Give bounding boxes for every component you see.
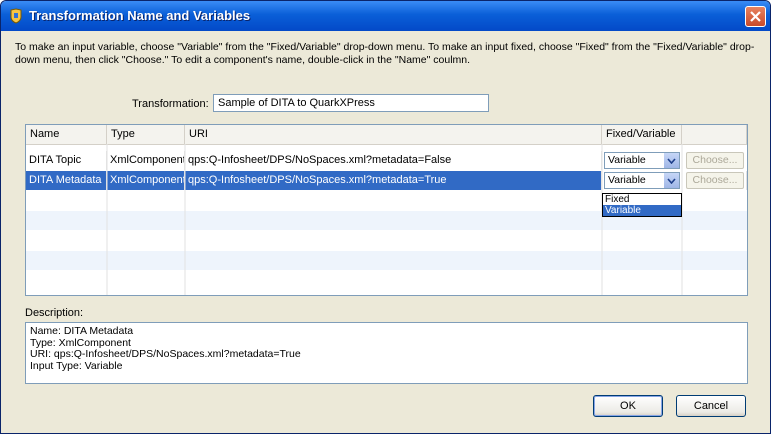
cell-type: XmlComponent (107, 151, 185, 170)
description-line: Name: DITA Metadata (30, 325, 134, 337)
cell-uri: qps:Q-Infosheet/DPS/NoSpaces.xml?metadat… (185, 171, 602, 190)
dropdown-option-fixed[interactable]: Fixed (603, 194, 681, 205)
close-button[interactable] (745, 6, 766, 27)
title-bar[interactable]: Transformation Name and Variables (1, 1, 770, 31)
description-line: URI: qps:Q-Infosheet/DPS/NoSpaces.xml?me… (30, 348, 301, 360)
column-header-name[interactable]: Name (26, 125, 107, 144)
instructions-text: To make an input variable, choose "Varia… (15, 41, 755, 66)
window-title: Transformation Name and Variables (29, 8, 251, 23)
table-row-selected[interactable]: DITA Metadata XmlComponent qps:Q-Infoshe… (26, 171, 747, 190)
transformation-name-input[interactable]: Sample of DITA to QuarkXPress (213, 94, 489, 112)
dropdown-button[interactable] (664, 153, 679, 168)
chevron-down-icon (667, 178, 676, 184)
empty-row (26, 231, 747, 250)
transformation-dialog: Transformation Name and Variables To mak… (0, 0, 771, 434)
choose-button[interactable]: Choose... (686, 172, 744, 189)
dropdown-option-variable[interactable]: Variable (603, 205, 681, 216)
close-icon (750, 11, 761, 22)
description-line: Input Type: Variable (30, 359, 123, 372)
column-header-type[interactable]: Type (107, 125, 185, 144)
grid-header: Name Type URI Fixed/Variable (26, 125, 747, 145)
empty-row (26, 251, 747, 270)
fixed-variable-select[interactable]: Variable (604, 172, 680, 189)
select-value: Variable (608, 174, 646, 186)
table-row[interactable]: DITA Topic XmlComponent qps:Q-Infosheet/… (26, 151, 747, 170)
ok-button[interactable]: OK (593, 395, 663, 417)
fixed-variable-dropdown-list[interactable]: Fixed Variable (602, 193, 682, 217)
cancel-button[interactable]: Cancel (676, 395, 746, 417)
cell-name[interactable]: DITA Metadata (26, 171, 107, 190)
cell-name[interactable]: DITA Topic (26, 151, 107, 170)
description-label: Description: (25, 307, 84, 319)
dropdown-button[interactable] (664, 173, 679, 188)
transformation-label: Transformation: (132, 98, 209, 110)
column-header-choose (682, 125, 747, 144)
column-header-uri[interactable]: URI (185, 125, 602, 144)
fixed-variable-select[interactable]: Variable (604, 152, 680, 169)
select-value: Variable (608, 154, 646, 166)
cell-uri: qps:Q-Infosheet/DPS/NoSpaces.xml?metadat… (185, 151, 602, 170)
app-icon (10, 8, 22, 24)
description-box: Name: DITA Metadata Type: XmlComponent U… (25, 322, 748, 384)
choose-button[interactable]: Choose... (686, 152, 744, 169)
column-header-fixed-variable[interactable]: Fixed/Variable (602, 125, 682, 144)
cell-type: XmlComponent (107, 171, 185, 190)
chevron-down-icon (667, 158, 676, 164)
empty-row (26, 271, 747, 290)
